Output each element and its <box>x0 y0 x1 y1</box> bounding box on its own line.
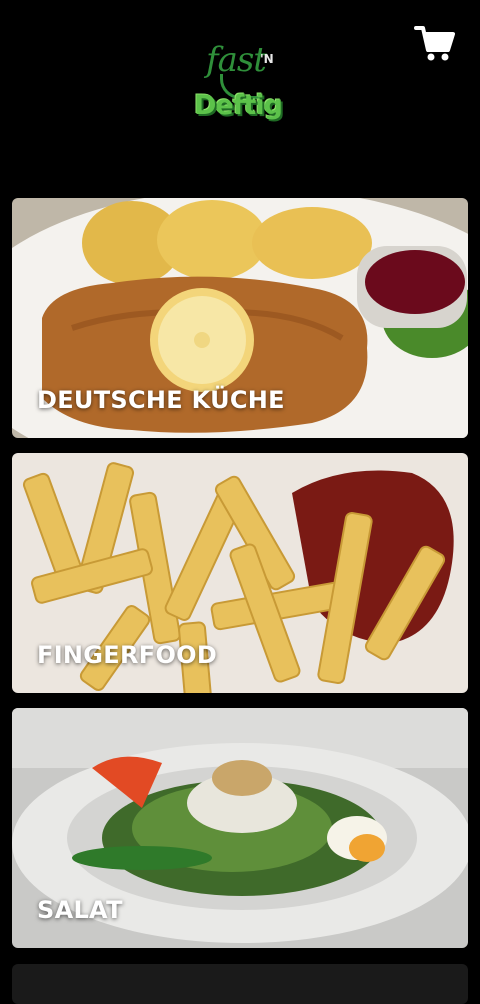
category-card-partial[interactable] <box>12 964 468 1004</box>
logo-text-deftig: Deftig <box>194 90 283 121</box>
category-list: DEUTSCHE KÜCHE FINGERFOOD SALAT <box>12 198 468 963</box>
app-header: fast 'N Deftig <box>0 0 480 180</box>
app-logo[interactable]: fast 'N Deftig <box>190 40 290 144</box>
category-label: FINGERFOOD <box>37 641 218 669</box>
shopping-cart-icon <box>414 26 455 61</box>
shopping-cart-button[interactable] <box>414 24 456 64</box>
category-label: SALAT <box>37 896 123 924</box>
category-card-fingerfood[interactable]: FINGERFOOD <box>12 453 468 693</box>
category-card-salat[interactable]: SALAT <box>12 708 468 948</box>
category-card-deutsche-kueche[interactable]: DEUTSCHE KÜCHE <box>12 198 468 438</box>
category-label: DEUTSCHE KÜCHE <box>37 386 285 414</box>
logo-text-n: 'N <box>260 52 274 66</box>
